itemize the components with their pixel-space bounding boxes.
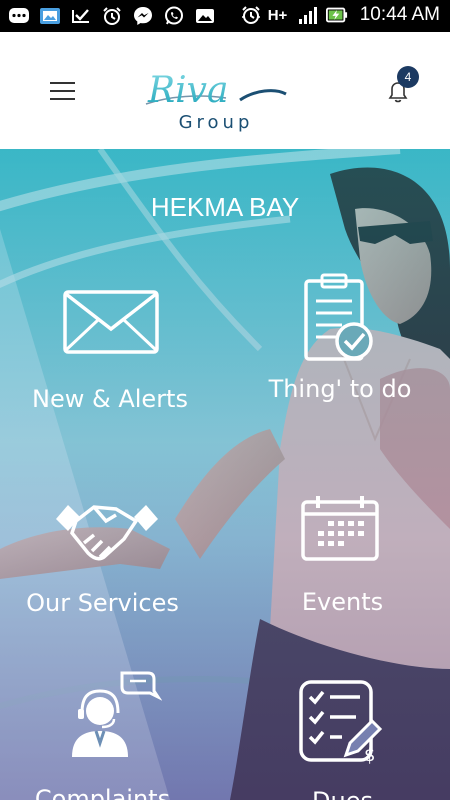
tile-dues[interactable]: $ Dues [240,679,445,800]
menu-line [50,90,75,92]
logo-wordmark: Riva [145,70,287,111]
tile-news-alerts[interactable]: New & Alerts [10,289,210,419]
tile-label: New & Alerts [32,385,188,413]
messenger-icon [132,5,154,27]
svg-text:Riva: Riva [147,70,228,111]
home-dashboard: HEKMA BAY New & Alerts Thing' to do Our [0,149,450,800]
clipboard-check-icon [304,273,373,361]
hamburger-menu-button[interactable] [42,76,82,106]
tile-label: Dues [240,787,445,800]
battery-charging-icon [325,4,348,26]
notification-badge: 4 [397,66,419,88]
tile-our-services[interactable]: Our Services [0,499,205,629]
vibrate-icon [240,4,262,26]
tile-label: Thing' to do [268,375,412,403]
support-agent-icon [72,671,162,757]
tile-label: Complaints [34,785,171,800]
tile-things-to-do[interactable]: Thing' to do [240,273,440,413]
check-icon [70,5,92,27]
menu-line [50,98,75,100]
tile-events[interactable]: Events [240,494,445,624]
tile-label: Events [301,588,384,616]
logo-subtitle: Group [178,112,254,133]
whatsapp-icon [163,5,185,27]
svg-text:$: $ [364,745,375,765]
notification-icons [8,5,216,27]
chat-icon [8,5,30,27]
signal-icon [298,4,320,26]
calendar-icon [301,496,379,561]
menu-line [50,82,75,84]
alarm-icon [101,5,123,27]
clock: 10:44 AM [359,4,440,25]
status-bar: H+ 10:44 AM [0,0,450,32]
system-icons: H+ 10:44 AM [240,4,440,26]
app-header: Riva Group 4 [0,32,450,149]
image-icon [194,5,216,27]
location-title: HEKMA BAY [150,192,300,222]
invoice-checklist-icon: $ [299,680,383,765]
handshake-icon [56,505,158,561]
network-type-indicator: H+ [267,7,288,24]
tile-complaints[interactable]: Complaints [0,669,205,800]
envelope-icon [63,290,159,354]
gallery-icon [39,5,61,27]
tile-label: Our Services [26,589,179,617]
riva-group-logo: Riva Group [140,68,290,134]
